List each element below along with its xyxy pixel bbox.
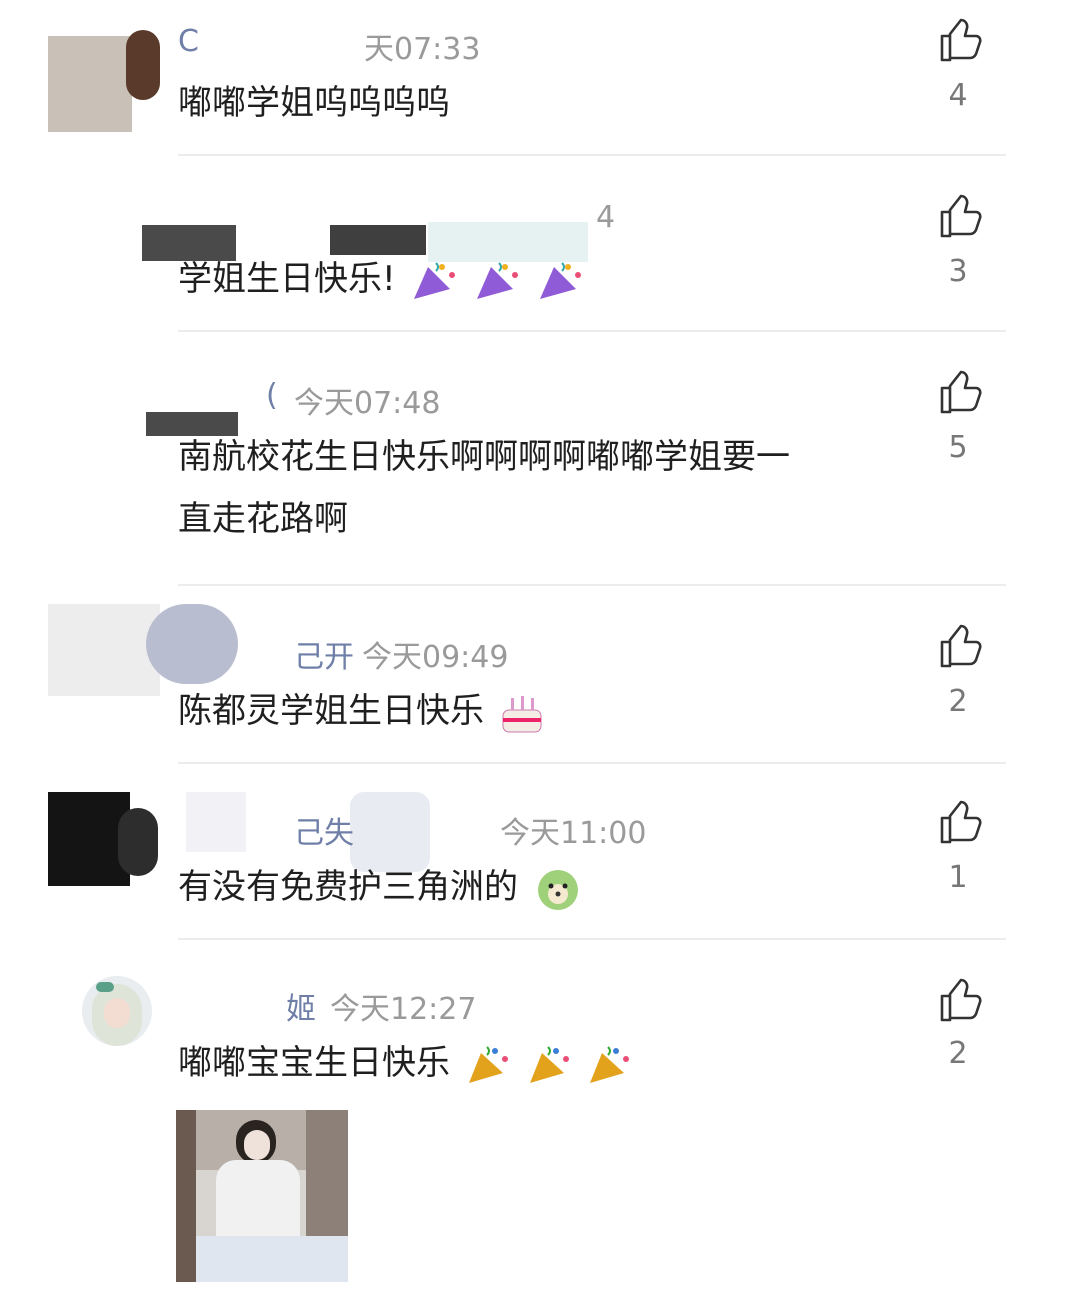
comment-text-line-1: 南航校花生日快乐啊啊啊啊嘟嘟学姐要一 [178, 437, 790, 477]
username[interactable]: ( [266, 378, 278, 413]
avatar[interactable] [82, 976, 152, 1046]
thumbs-up-icon[interactable] [934, 192, 982, 240]
divider [178, 938, 1006, 940]
comment-text-line-2: 直走花路啊 [178, 499, 348, 539]
comment-text-content: 学姐生日快乐! [178, 259, 396, 299]
party-popper-icon [590, 1045, 630, 1083]
comment-text: 陈都灵学姐生日快乐 [178, 680, 545, 742]
like-count: 3 [948, 254, 968, 289]
like-count: 2 [948, 684, 968, 719]
comment-text-content: 陈都灵学姐生日快乐 [178, 691, 484, 731]
divider [178, 154, 1006, 156]
party-popper-icon [540, 261, 582, 299]
timestamp: 今天11:00 [500, 816, 647, 851]
like-count: 4 [948, 78, 968, 113]
thumbs-up-icon[interactable] [934, 368, 982, 416]
like-count: 1 [948, 860, 968, 895]
party-popper-icon [477, 261, 519, 299]
divider [178, 584, 1006, 586]
timestamp: 天07:33 [364, 32, 481, 67]
thumbs-up-icon[interactable] [934, 16, 982, 64]
like-count: 2 [948, 1036, 968, 1071]
birthday-cake-icon [502, 695, 542, 732]
comment-text-content: 有没有免费护三角洲的 [178, 867, 518, 907]
username[interactable]: 姬 [286, 984, 316, 1028]
timestamp: 今天12:27 [330, 992, 477, 1027]
timestamp: 今天07:48 [294, 386, 441, 421]
divider [178, 762, 1006, 764]
thumbs-up-icon[interactable] [934, 798, 982, 846]
avatar[interactable] [48, 792, 160, 886]
attached-photo[interactable] [176, 1110, 348, 1282]
like-count: 5 [948, 430, 968, 465]
comment-text: 嘟嘟宝宝生日快乐 [178, 1032, 632, 1094]
comment-text: 学姐生日快乐! [178, 248, 584, 310]
party-popper-icon [468, 1045, 508, 1083]
thumbs-up-icon[interactable] [934, 976, 982, 1024]
redacted-block [186, 792, 246, 852]
username[interactable]: C [178, 24, 199, 59]
comment-text: 嘟嘟学姐呜呜呜呜 [178, 83, 450, 123]
thumbs-up-icon[interactable] [934, 622, 982, 670]
username[interactable]: 己开 [294, 632, 354, 676]
username[interactable]: 己失 [294, 808, 354, 852]
comment-text: 有没有免费护三角洲的 [178, 856, 583, 918]
party-popper-icon [529, 1045, 569, 1083]
party-popper-icon [414, 261, 456, 299]
comment-text-content: 嘟嘟宝宝生日快乐 [178, 1043, 450, 1083]
timestamp: 4 [596, 200, 616, 235]
timestamp: 今天09:49 [362, 640, 509, 675]
dog-face-icon [537, 869, 578, 910]
divider [178, 330, 1006, 332]
avatar[interactable] [48, 16, 160, 132]
